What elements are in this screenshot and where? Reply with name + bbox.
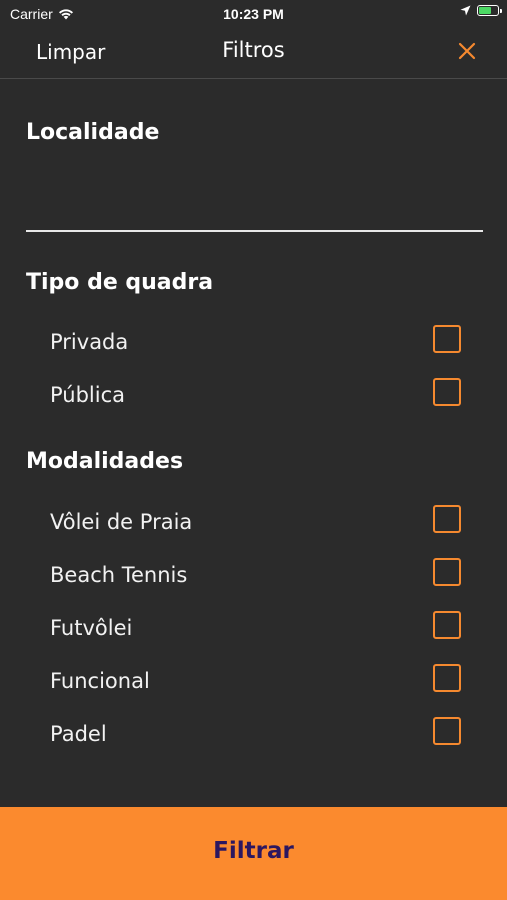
- location-input-underline: [26, 230, 483, 232]
- court-type-option-publica[interactable]: Pública: [0, 375, 507, 419]
- modality-option-beach-tennis[interactable]: Beach Tennis: [0, 555, 507, 599]
- navigation-bar: Limpar Filtros: [0, 28, 507, 79]
- filter-button-label: Filtrar: [213, 838, 294, 864]
- modalities-section-title: Modalidades: [26, 449, 184, 474]
- modality-option-funcional[interactable]: Funcional: [0, 661, 507, 705]
- page-title: Filtros: [222, 38, 285, 62]
- court-type-section-title: Tipo de quadra: [26, 270, 214, 295]
- option-label: Privada: [50, 330, 129, 354]
- modality-option-padel[interactable]: Padel: [0, 714, 507, 758]
- checkbox[interactable]: [433, 717, 461, 745]
- battery-icon: [477, 5, 502, 16]
- option-label: Padel: [50, 722, 107, 746]
- status-bar: Carrier 10:23 PM: [0, 0, 507, 28]
- filter-button[interactable]: Filtrar: [0, 807, 507, 900]
- option-label: Pública: [50, 383, 126, 407]
- court-type-option-privada[interactable]: Privada: [0, 322, 507, 366]
- checkbox[interactable]: [433, 325, 461, 353]
- option-label: Vôlei de Praia: [50, 510, 193, 534]
- location-input[interactable]: [26, 185, 487, 227]
- status-right: [460, 5, 502, 16]
- option-label: Futvôlei: [50, 616, 133, 640]
- modality-option-futvolei[interactable]: Futvôlei: [0, 608, 507, 652]
- checkbox[interactable]: [433, 611, 461, 639]
- status-time: 10:23 PM: [223, 6, 284, 22]
- location-arrow-icon: [460, 5, 471, 16]
- checkbox[interactable]: [433, 558, 461, 586]
- option-label: Beach Tennis: [50, 563, 188, 587]
- close-icon[interactable]: [455, 39, 479, 63]
- checkbox[interactable]: [433, 664, 461, 692]
- checkbox[interactable]: [433, 378, 461, 406]
- modality-option-volei-de-praia[interactable]: Vôlei de Praia: [0, 502, 507, 546]
- checkbox[interactable]: [433, 505, 461, 533]
- location-section-title: Localidade: [26, 120, 160, 145]
- option-label: Funcional: [50, 669, 150, 693]
